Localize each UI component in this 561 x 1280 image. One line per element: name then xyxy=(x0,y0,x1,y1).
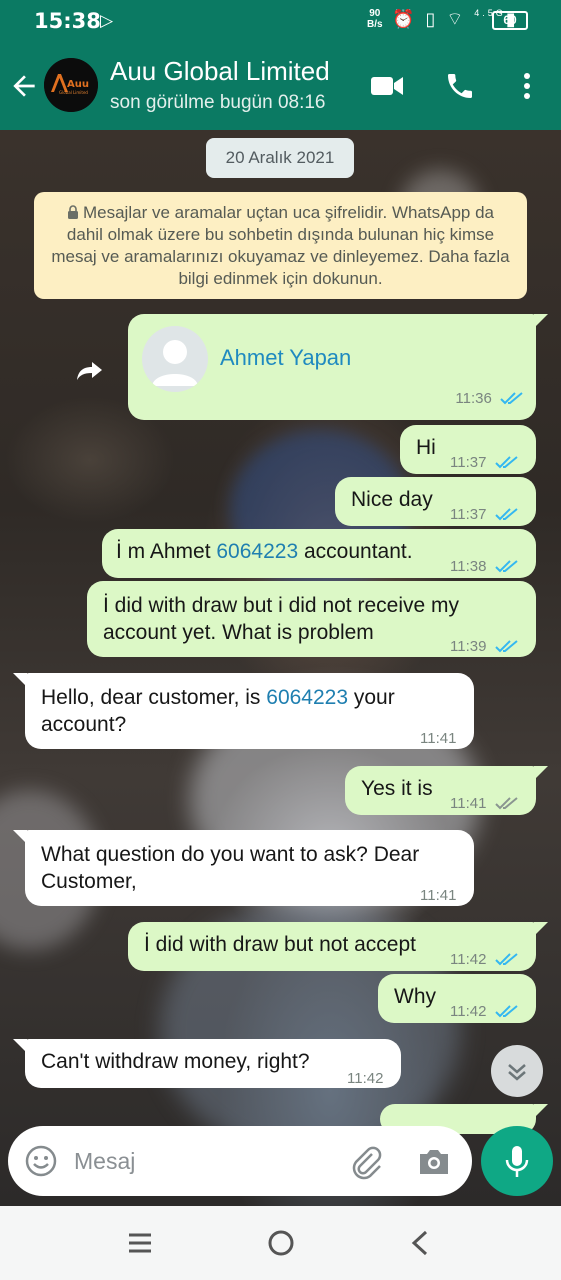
chat-title[interactable]: Auu Global Limited xyxy=(110,56,330,87)
forward-icon[interactable] xyxy=(70,350,110,390)
double-check-icon xyxy=(494,953,518,966)
contact-card-bubble[interactable]: Ahmet Yapan 11:36 xyxy=(128,314,548,420)
bubble-tail xyxy=(13,673,27,687)
message-text: Hi xyxy=(416,436,436,459)
message-bubble-outgoing[interactable]: Nice day 11:37 xyxy=(335,477,536,526)
message-bubble-outgoing[interactable]: İ did with draw but i did not receive my… xyxy=(87,581,536,657)
message-input[interactable]: Mesaj xyxy=(74,1148,135,1175)
logo-text: Auu xyxy=(67,79,89,90)
lock-icon xyxy=(67,205,78,219)
battery-icon: 60 xyxy=(492,11,528,30)
message-meta: 11:41 xyxy=(450,790,519,817)
message-meta: 11:38 xyxy=(450,553,519,580)
phone-icon[interactable] xyxy=(444,70,476,102)
message-text-line1: Hello, dear customer, is 6064223 your xyxy=(41,686,395,709)
message-bubble-outgoing[interactable]: İ m Ahmet 6064223 accountant. 11:38 xyxy=(102,529,536,578)
attach-icon[interactable] xyxy=(348,1144,384,1180)
camera-icon[interactable] xyxy=(416,1144,452,1178)
back-arrow-icon[interactable] xyxy=(8,70,40,102)
message-text-line2: Customer, xyxy=(41,870,137,893)
message-bubble-outgoing[interactable]: Yes it is 11:41 xyxy=(345,766,548,817)
voice-record-button[interactable] xyxy=(481,1126,553,1196)
play-store-icon: ▷ xyxy=(100,11,114,30)
more-vertical-icon[interactable] xyxy=(515,70,539,102)
contact-name[interactable]: Ahmet Yapan xyxy=(220,344,351,371)
double-check-icon xyxy=(494,797,518,810)
encryption-notice[interactable]: Mesajlar ve aramalar uçtan uca şifrelidi… xyxy=(34,192,527,299)
date-chip: 20 Aralık 2021 xyxy=(206,138,354,178)
message-text: İ did with draw but not accept xyxy=(144,933,416,956)
bubble-tail xyxy=(13,830,27,844)
message-meta: 11:36 xyxy=(455,385,524,412)
message-time: 11:41 xyxy=(450,795,487,812)
double-check-icon xyxy=(494,508,518,521)
encryption-text: Mesajlar ve aramalar uçtan uca şifrelidi… xyxy=(51,203,510,288)
message-text: İ m Ahmet 6064223 accountant. xyxy=(116,540,413,563)
double-check-icon xyxy=(500,392,523,405)
bubble-tail xyxy=(534,766,548,780)
message-meta: 11:39 xyxy=(450,633,519,660)
scroll-to-bottom-button[interactable] xyxy=(491,1045,543,1097)
network-speed: 90 B/s xyxy=(367,8,383,30)
message-meta: 11:42 xyxy=(450,998,519,1025)
bubble-tail xyxy=(534,922,548,936)
message-time: 11:38 xyxy=(450,558,487,575)
account-number-link[interactable]: 6064223 xyxy=(266,686,348,709)
bubble-tail xyxy=(13,1039,27,1053)
message-bubble-outgoing[interactable]: İ did with draw but not accept 11:42 xyxy=(128,922,548,973)
message-text: Yes it is xyxy=(361,777,433,800)
last-seen: son görülme bugün 08:16 xyxy=(110,92,326,113)
message-composer: Mesaj xyxy=(8,1126,472,1196)
system-nav-bar xyxy=(0,1206,561,1280)
message-time: 11:42 xyxy=(450,1003,487,1020)
message-time: 11:36 xyxy=(455,390,492,407)
person-icon xyxy=(152,340,198,386)
message-bubble-incoming[interactable]: What question do you want to ask? Dear C… xyxy=(13,830,474,906)
back-icon[interactable] xyxy=(406,1228,434,1258)
home-icon[interactable] xyxy=(264,1226,298,1260)
status-bar: 15:38 ▷ 90 B/s ⏰ ▯ ⌔ 4.5G▮ 60 xyxy=(0,0,561,42)
message-time: 11:37 xyxy=(450,454,487,471)
message-meta: 11:37 xyxy=(450,501,519,528)
contact-avatar[interactable] xyxy=(142,326,208,392)
message-time: 11:37 xyxy=(450,506,487,523)
message-bubble-outgoing[interactable]: Hi 11:37 xyxy=(400,425,536,474)
emoji-icon[interactable] xyxy=(24,1144,58,1178)
message-time: 11:39 xyxy=(450,638,487,655)
double-check-icon xyxy=(494,1005,518,1018)
message-text: Nice day xyxy=(351,488,433,511)
message-time: 11:41 xyxy=(420,887,457,904)
double-check-icon xyxy=(494,640,518,653)
company-logo-icon: Auu Global Limited xyxy=(44,58,98,112)
double-check-icon xyxy=(494,456,518,469)
message-bubble-outgoing[interactable]: Why 11:42 xyxy=(378,974,536,1023)
message-text-line1: İ did with draw but i did not receive my xyxy=(103,594,459,617)
message-text-line2: account? xyxy=(41,713,127,736)
chevron-down-icon xyxy=(508,1064,526,1081)
double-check-icon xyxy=(494,560,518,573)
chat-header: Auu Global Limited Auu Global Limited so… xyxy=(0,42,561,130)
status-time: 15:38 xyxy=(34,9,101,33)
video-call-icon[interactable] xyxy=(370,72,404,100)
message-meta: 11:37 xyxy=(450,449,519,476)
avatar[interactable]: Auu Global Limited xyxy=(44,58,98,112)
message-text-line1: What question do you want to ask? Dear xyxy=(41,843,420,866)
message-time: 11:41 xyxy=(420,730,457,747)
recents-icon[interactable] xyxy=(126,1230,154,1256)
message-bubble-incoming[interactable]: Can't withdraw money, right? 11:42 xyxy=(13,1039,401,1088)
mic-icon xyxy=(505,1146,529,1177)
account-number-link[interactable]: 6064223 xyxy=(216,540,298,563)
bubble-tail xyxy=(534,314,548,328)
message-time: 11:42 xyxy=(450,951,487,968)
message-text-line2: account yet. What is problem xyxy=(103,621,374,644)
message-text: Why xyxy=(394,985,436,1008)
message-bubble-incoming[interactable]: Hello, dear customer, is 6064223 your ac… xyxy=(13,673,474,749)
bubble-tail xyxy=(534,1104,548,1118)
message-text: Can't withdraw money, right? xyxy=(41,1050,310,1073)
message-time: 11:42 xyxy=(347,1070,384,1087)
message-meta: 11:42 xyxy=(450,946,519,973)
logo-subtext: Global Limited xyxy=(59,90,88,95)
